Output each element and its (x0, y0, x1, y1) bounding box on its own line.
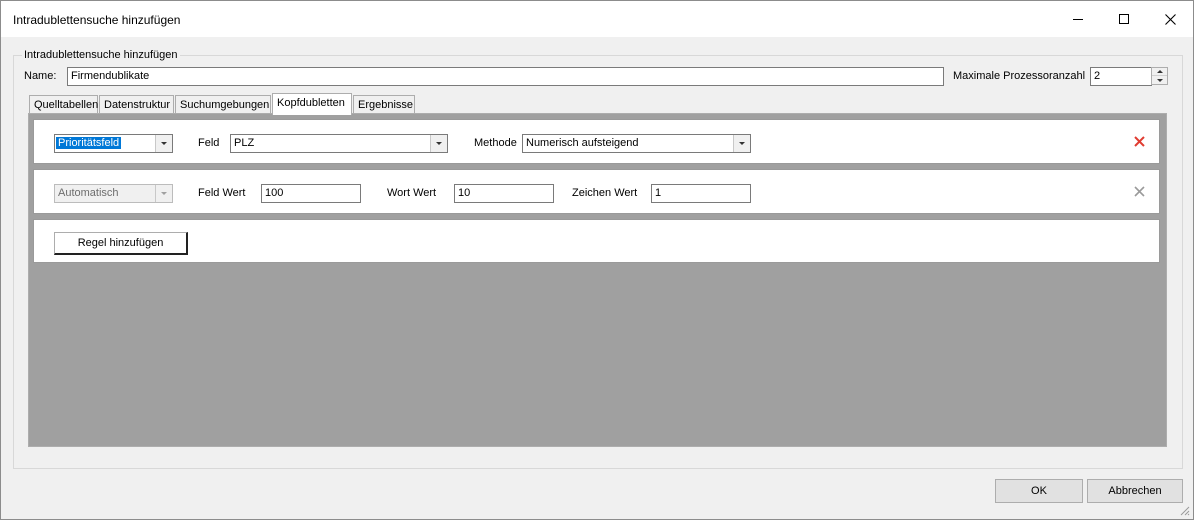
tab-datenstruktur[interactable]: Datenstruktur (99, 95, 174, 114)
cancel-button[interactable]: Abbrechen (1087, 479, 1183, 503)
spin-up-button[interactable] (1152, 68, 1167, 76)
close-button[interactable] (1147, 1, 1193, 37)
title-bar: Intradublettensuche hinzufügen (1, 1, 1193, 37)
group-legend: Intradublettensuche hinzufügen (24, 49, 178, 61)
max-processor-spinner[interactable] (1151, 67, 1168, 85)
minimize-button[interactable] (1055, 1, 1101, 37)
rule-type-select-disabled: Automatisch (54, 184, 173, 203)
zeichen-wert-label: Zeichen Wert (572, 187, 638, 199)
feld-select[interactable]: PLZ (230, 134, 448, 153)
methode-label: Methode (474, 137, 517, 149)
tab-suchumgebungen[interactable]: Suchumgebungen (175, 95, 271, 114)
name-input[interactable]: Firmendublikate (67, 67, 944, 86)
tab-panel-kopfdubletten: Prioritätsfeld Feld PLZ Methode Numerisc… (28, 113, 1167, 447)
feld-label: Feld (198, 137, 220, 149)
feld-wert-input[interactable]: 100 (261, 184, 361, 203)
name-label: Name: (24, 70, 57, 82)
max-processor-input[interactable]: 2 (1090, 67, 1152, 86)
ok-button[interactable]: OK (995, 479, 1083, 503)
rule-row-automatic: Automatisch Feld Wert 100 Wort Wert 10 Z… (33, 169, 1160, 214)
spin-down-button[interactable] (1152, 76, 1167, 84)
max-processor-label: Maximale Prozessoranzahl (953, 70, 1086, 82)
arrow-up-icon (1156, 70, 1163, 73)
tab-kopfdubletten[interactable]: Kopfdubletten (272, 93, 352, 115)
tab-ergebnisse[interactable]: Ergebnisse (353, 95, 415, 114)
dialog-window: Intradublettensuche hinzufügen Intradubl… (0, 0, 1194, 520)
methode-value: Numerisch aufsteigend (526, 137, 639, 149)
wort-wert-input[interactable]: 10 (454, 184, 554, 203)
resize-grip-icon[interactable] (1178, 504, 1190, 516)
rule-row-priority: Prioritätsfeld Feld PLZ Methode Numerisc… (33, 119, 1160, 164)
dropdown-arrow-icon (733, 135, 750, 152)
window-title: Intradublettensuche hinzufügen (13, 13, 181, 27)
maximize-button[interactable] (1101, 1, 1147, 37)
add-rule-row: Regel hinzufügen (33, 219, 1160, 263)
tab-quelltabellen[interactable]: Quelltabellen (29, 95, 98, 114)
add-rule-button[interactable]: Regel hinzufügen (54, 232, 188, 255)
feld-value: PLZ (234, 137, 255, 149)
dropdown-arrow-icon (155, 135, 172, 152)
maximize-icon (1119, 14, 1129, 24)
methode-select[interactable]: Numerisch aufsteigend (522, 134, 751, 153)
feld-wert-label: Feld Wert (198, 187, 246, 199)
delete-x-icon[interactable] (1134, 186, 1145, 197)
minimize-icon (1073, 18, 1083, 20)
close-icon (1164, 13, 1176, 25)
arrow-down-icon (1156, 78, 1163, 82)
zeichen-wert-input[interactable]: 1 (651, 184, 751, 203)
dropdown-arrow-icon (430, 135, 447, 152)
delete-x-icon[interactable] (1134, 136, 1145, 147)
dropdown-arrow-icon (155, 185, 172, 202)
wort-wert-label: Wort Wert (387, 187, 437, 199)
rule-type-value: Prioritätsfeld (56, 137, 122, 149)
rule-type-select[interactable]: Prioritätsfeld (54, 134, 173, 153)
rule-type-value: Automatisch (58, 187, 119, 199)
